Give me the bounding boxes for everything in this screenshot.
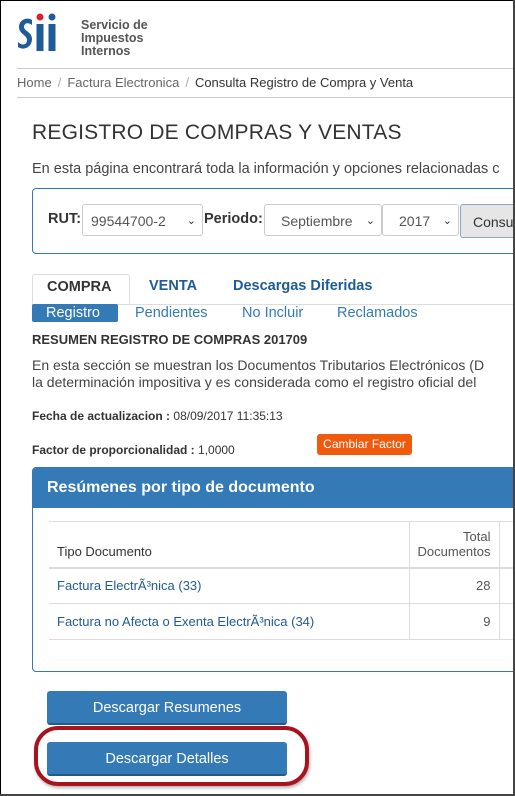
breadcrumb-factura[interactable]: Factura Electronica bbox=[67, 75, 179, 90]
breadcrumb-home[interactable]: Home bbox=[17, 75, 52, 90]
subtab-reclamados[interactable]: Reclamados bbox=[337, 304, 418, 322]
chevron-down-icon: ⌄ bbox=[442, 215, 452, 227]
page-title: REGISTRO DE COMPRAS Y VENTAS bbox=[32, 121, 402, 144]
breadcrumb-separator: / bbox=[185, 75, 189, 90]
descargar-resumenes-button[interactable]: Descargar Resumenes bbox=[47, 691, 287, 725]
chevron-down-icon: ⌄ bbox=[186, 215, 196, 227]
month-value: Septiembre bbox=[281, 213, 353, 229]
sii-logo-text: Servicio de Impuestos Internos bbox=[81, 19, 148, 58]
panel-title: Resúmenes por tipo de documento bbox=[33, 468, 514, 508]
row-total: 28 bbox=[409, 567, 500, 604]
sii-logo[interactable] bbox=[16, 11, 76, 61]
table-header-row: Tipo Documento Total Documentos bbox=[49, 521, 514, 569]
row-tipo-link[interactable]: Factura no Afecta o Exenta ElectrÃ³nica … bbox=[57, 614, 314, 629]
page-frame: Servicio de Impuestos Internos Home / Fact… bbox=[0, 0, 515, 796]
subtab-no-incluir[interactable]: No Incluir bbox=[242, 304, 303, 322]
logo-line-3: Internos bbox=[81, 44, 131, 58]
resumenes-panel: Resúmenes por tipo de documento Tipo Doc… bbox=[32, 467, 514, 672]
resumen-desc-line-2: la determinación impositiva y es conside… bbox=[32, 374, 477, 390]
resumen-title: RESUMEN REGISTRO DE COMPRAS 201709 bbox=[32, 332, 308, 347]
rut-value: 99544700-2 bbox=[91, 213, 166, 229]
fecha-actualizacion: Fecha de actualizacion : 08/09/2017 11:3… bbox=[32, 409, 283, 423]
factor-label: Factor de proporcionalidad : bbox=[32, 443, 195, 457]
breadcrumb: Home / Factura Electronica / Consulta Regist… bbox=[17, 68, 514, 98]
cambiar-factor-button[interactable]: Cambiar Factor bbox=[317, 434, 412, 455]
resumen-desc-line-1: En esta sección se muestran los Document… bbox=[32, 357, 485, 373]
main-tabs: COMPRA VENTA Descargas Diferidas bbox=[32, 274, 514, 305]
subtab-registro[interactable]: Registro bbox=[32, 304, 118, 322]
col-tipo-documento[interactable]: Tipo Documento bbox=[49, 521, 410, 569]
periodo-label: Periodo: bbox=[204, 211, 263, 227]
year-value: 2017 bbox=[399, 213, 431, 229]
fecha-label: Fecha de actualizacion : bbox=[32, 409, 171, 423]
col-total-line-2: Documentos bbox=[417, 543, 491, 559]
resumen-description: En esta sección se muestran los Document… bbox=[32, 357, 484, 391]
page-intro: En esta página encontrará toda la inform… bbox=[32, 161, 500, 177]
table-row: Factura no Afecta o Exenta ElectrÃ³nica … bbox=[49, 603, 514, 640]
consultar-button[interactable]: Consu bbox=[460, 204, 514, 238]
rut-select[interactable]: 99544700-2 ⌄ bbox=[82, 204, 203, 236]
chevron-down-icon: ⌄ bbox=[365, 215, 375, 227]
tab-compra[interactable]: COMPRA bbox=[32, 274, 130, 304]
breadcrumb-current: Consulta Registro de Compra y Venta bbox=[194, 75, 414, 90]
highlight-annotation bbox=[34, 726, 309, 786]
col-total-line-1: Total bbox=[463, 528, 491, 544]
factor-value: 1,0000 bbox=[198, 443, 235, 457]
row-total: 9 bbox=[409, 603, 500, 640]
resumen-table: Tipo Documento Total Documentos Factura … bbox=[49, 521, 514, 640]
table-row: Factura ElectrÃ³nica (33) 28 bbox=[49, 567, 514, 604]
factor-proporcionalidad: Factor de proporcionalidad : 1,0000 bbox=[32, 443, 235, 457]
col-total-documentos[interactable]: Total Documentos bbox=[409, 521, 500, 569]
tab-venta[interactable]: VENTA bbox=[149, 274, 197, 304]
row-tipo-link[interactable]: Factura ElectrÃ³nica (33) bbox=[57, 578, 202, 593]
breadcrumb-separator: / bbox=[57, 75, 62, 90]
fecha-value: 08/09/2017 11:35:13 bbox=[173, 409, 283, 423]
sii-logo-icon bbox=[18, 13, 56, 51]
subtab-pendientes[interactable]: Pendientes bbox=[135, 304, 208, 322]
rut-label: RUT: bbox=[48, 211, 82, 227]
month-select[interactable]: Septiembre ⌄ bbox=[264, 204, 382, 236]
year-select[interactable]: 2017 ⌄ bbox=[382, 204, 459, 236]
tab-descargas-diferidas[interactable]: Descargas Diferidas bbox=[233, 274, 372, 304]
